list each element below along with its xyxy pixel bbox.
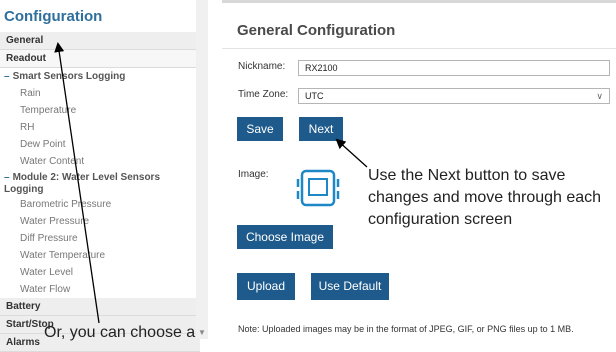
sidebar-item-dew-point[interactable]: Dew Point <box>0 136 200 153</box>
sidebar-item-water-content[interactable]: Water Content <box>0 153 200 170</box>
sidebar-item-smart-sensors-logging[interactable]: – Smart Sensors Logging <box>0 68 200 85</box>
sidebar-item-label: Water Temperature <box>20 250 106 261</box>
collapse-icon[interactable]: – <box>4 71 10 82</box>
collapse-icon[interactable]: – <box>4 172 10 183</box>
sidebar-item-water-level[interactable]: Water Level <box>0 264 200 281</box>
sidebar-item-label: Smart Sensors Logging <box>12 71 126 82</box>
sidebar-scrollbar[interactable]: ▼ <box>196 0 208 339</box>
chevron-down-icon[interactable]: ▼ <box>197 328 207 338</box>
nickname-label: Nickname: <box>238 61 286 72</box>
sidebar-item-label: Temperature <box>20 105 77 116</box>
sidebar-title: Configuration <box>4 8 103 25</box>
sidebar-item-battery[interactable]: Battery <box>0 298 200 316</box>
timezone-label: Time Zone: <box>238 89 289 100</box>
callout-text: Use the Next button to save changes and … <box>368 167 602 228</box>
sidebar-item-label: Rain <box>20 88 41 99</box>
sidebar-item-label: General <box>6 35 44 46</box>
image-label: Image: <box>238 169 269 180</box>
device-image-icon <box>296 169 340 207</box>
sidebar-item-label: Water Pressure <box>20 216 90 227</box>
sidebar-item-label: Barometric Pressure <box>20 199 112 210</box>
use-default-button[interactable]: Use Default <box>311 273 389 300</box>
sidebar-item-label: Water Content <box>20 156 85 167</box>
sidebar-item-water-pressure[interactable]: Water Pressure <box>0 213 200 230</box>
bottom-annotation-text: Or, you can choose a <box>44 324 196 341</box>
header-divider <box>222 48 616 49</box>
timezone-select[interactable]: UTC ∨ <box>298 88 610 104</box>
sidebar-item-label: Water Flow <box>20 284 71 295</box>
sidebar-item-general[interactable]: General <box>0 32 200 50</box>
choose-image-button[interactable]: Choose Image <box>237 225 333 249</box>
timezone-value: UTC <box>305 91 324 101</box>
chevron-down-icon: ∨ <box>596 91 603 101</box>
sidebar-item-rain[interactable]: Rain <box>0 85 200 102</box>
sidebar-item-label: Water Level <box>20 267 73 278</box>
save-button[interactable]: Save <box>237 117 283 141</box>
sidebar-item-rh[interactable]: RH <box>0 119 200 136</box>
next-button[interactable]: Next <box>299 117 343 141</box>
sidebar-item-label: Dew Point <box>20 139 66 150</box>
nickname-field[interactable]: RX2100 <box>298 60 610 76</box>
upload-button[interactable]: Upload <box>237 273 295 300</box>
sidebar-item-barometric-pressure[interactable]: Barometric Pressure <box>0 196 200 213</box>
sidebar-item-diff-pressure[interactable]: Diff Pressure <box>0 230 200 247</box>
sidebar-item-label: Readout <box>6 53 46 64</box>
sidebar: Configuration General Readout – Smart Senso… <box>0 0 208 352</box>
sidebar-item-label: Battery <box>6 301 41 312</box>
sidebar-item-module-2-water-level-sensors-logging[interactable]: – Module 2: Water Level Sensors Logging <box>0 170 200 196</box>
sidebar-item-label: Diff Pressure <box>20 233 78 244</box>
sidebar-item-label: Module 2: Water Level Sensors Logging <box>4 172 161 195</box>
sidebar-item-water-temperature[interactable]: Water Temperature <box>0 247 200 264</box>
sidebar-item-label: RH <box>20 122 35 133</box>
sidebar-item-temperature[interactable]: Temperature <box>0 102 200 119</box>
sidebar-item-readout[interactable]: Readout <box>0 50 200 68</box>
sidebar-item-water-flow[interactable]: Water Flow <box>0 281 200 298</box>
upload-note: Note: Uploaded images may be in the form… <box>238 324 574 334</box>
sidebar-menu: General Readout – Smart Sensors Logging Rain… <box>0 32 200 352</box>
page-title: General Configuration <box>237 22 396 39</box>
